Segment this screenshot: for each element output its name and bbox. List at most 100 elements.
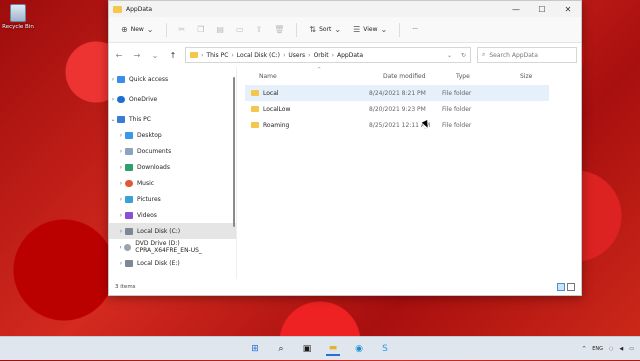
file-name: Roaming xyxy=(263,121,290,129)
more-options-button[interactable]: ··· xyxy=(408,22,422,38)
recent-locations-button[interactable]: ⌄ xyxy=(149,51,161,60)
share-icon: ⇪ xyxy=(255,25,263,34)
chevron-down-icon[interactable]: ⌄ xyxy=(447,52,452,59)
minimize-button[interactable]: — xyxy=(503,1,529,17)
delete-button[interactable]: 🗑 xyxy=(270,22,288,38)
sidebar-item-quick-access[interactable]: › Quick access xyxy=(109,71,236,87)
table-row[interactable]: LocalLow 8/20/2021 9:23 PM File folder xyxy=(245,101,549,117)
sidebar-item-downloads[interactable]: › Downloads xyxy=(109,159,236,175)
share-button[interactable]: ⇪ xyxy=(252,22,267,38)
sidebar-item-label: Downloads xyxy=(137,163,170,171)
collapse-icon[interactable]: ⌄ xyxy=(109,116,117,123)
back-button[interactable]: ← xyxy=(113,51,125,60)
file-name: Local xyxy=(263,89,279,97)
search-box[interactable]: ⌕ Search AppData xyxy=(477,47,577,63)
breadcrumb-this-pc[interactable]: This PC xyxy=(206,52,228,59)
close-button[interactable]: ✕ xyxy=(555,1,581,17)
breadcrumb-local-disk[interactable]: Local Disk (C:) xyxy=(237,52,280,59)
expand-icon[interactable]: › xyxy=(117,244,124,251)
cloud-icon xyxy=(117,95,125,103)
search-icon[interactable]: ⌕ xyxy=(274,342,288,356)
cut-button[interactable]: ✂ xyxy=(175,22,190,38)
chevron-right-icon: › xyxy=(308,51,311,59)
recycle-bin-label: Recycle Bin xyxy=(2,24,34,30)
taskbar: ⊞ ⌕ ▣ ▬ ◉ S ^ ENG ◌ ◀ ▭ xyxy=(0,336,640,360)
address-row: ← → ⌄ ↑ › This PC › Local Disk (C:) › Us… xyxy=(109,43,581,67)
language-indicator[interactable]: ENG xyxy=(592,346,603,352)
sidebar-item-local-disk-c[interactable]: › Local Disk (C:) xyxy=(109,223,236,239)
view-button[interactable]: ☰ View ⌄ xyxy=(349,22,391,38)
edge-icon[interactable]: ◉ xyxy=(352,342,366,356)
file-explorer-icon[interactable]: ▬ xyxy=(326,342,340,356)
sidebar-item-documents[interactable]: › Documents xyxy=(109,143,236,159)
breadcrumb-users[interactable]: Users xyxy=(288,52,305,59)
search-placeholder: Search AppData xyxy=(489,51,538,59)
expand-icon[interactable]: › xyxy=(109,96,117,103)
expand-icon[interactable]: › xyxy=(117,180,125,187)
sidebar-item-videos[interactable]: › Videos xyxy=(109,207,236,223)
network-icon[interactable]: ◌ xyxy=(609,346,613,352)
scrollbar[interactable] xyxy=(233,77,235,227)
up-button[interactable]: ↑ xyxy=(167,51,179,60)
paste-button[interactable]: ▤ xyxy=(212,22,228,38)
refresh-icon[interactable]: ↻ xyxy=(461,52,466,59)
navigation-pane: › Quick access › OneDrive ⌄ This PC › De… xyxy=(109,67,237,279)
expand-icon[interactable]: › xyxy=(117,132,125,139)
details-view-button[interactable] xyxy=(557,283,565,291)
address-bar[interactable]: › This PC › Local Disk (C:) › Users › Or… xyxy=(185,47,471,63)
command-bar: ⊕ New ⌄ ✂ ❐ ▤ ▭ ⇪ 🗑 ⇅ Sort ⌄ ☰ View ⌄ ··… xyxy=(109,17,581,43)
expand-icon[interactable]: › xyxy=(117,212,125,219)
sidebar-item-music[interactable]: › Music xyxy=(109,175,236,191)
desktop-icon xyxy=(125,131,133,139)
table-row[interactable]: Local 8/24/2021 8:21 PM File folder xyxy=(245,85,549,101)
file-date: 8/20/2021 9:23 PM xyxy=(369,105,426,113)
expand-icon[interactable]: › xyxy=(117,196,125,203)
expand-icon[interactable]: › xyxy=(117,148,125,155)
item-count: 3 items xyxy=(115,284,136,290)
column-size[interactable]: Size xyxy=(520,73,560,80)
sidebar-item-local-disk-e[interactable]: › Local Disk (E:) xyxy=(109,255,236,271)
sort-indicator-icon: ^ xyxy=(317,67,322,73)
expand-icon[interactable]: › xyxy=(117,164,125,171)
folder-icon xyxy=(113,5,122,13)
sidebar-item-dvd-drive[interactable]: › DVD Drive (D:) CPRA_X64FRE_EN-US_ xyxy=(109,239,236,255)
column-name[interactable]: Name xyxy=(259,73,383,80)
sidebar-item-desktop[interactable]: › Desktop xyxy=(109,127,236,143)
view-icon: ☰ xyxy=(353,25,361,34)
computer-icon xyxy=(117,115,125,123)
sidebar-item-pictures[interactable]: › Pictures xyxy=(109,191,236,207)
task-view-icon[interactable]: ▣ xyxy=(300,342,314,356)
recycle-bin[interactable]: Recycle Bin xyxy=(2,4,34,30)
chevron-up-icon[interactable]: ^ xyxy=(582,346,586,352)
window-title: AppData xyxy=(126,5,153,13)
chevron-right-icon: › xyxy=(282,51,286,59)
sidebar-item-this-pc[interactable]: ⌄ This PC xyxy=(109,111,236,127)
breadcrumb-appdata[interactable]: AppData xyxy=(337,52,363,59)
battery-icon[interactable]: ▭ xyxy=(629,346,634,352)
column-date-modified[interactable]: Date modified xyxy=(383,73,456,80)
file-type: File folder xyxy=(442,89,472,97)
tiles-view-button[interactable] xyxy=(567,283,575,291)
chevron-down-icon: ⌄ xyxy=(334,25,342,34)
table-row[interactable]: Roaming 8/25/2021 12:11 AM File folder xyxy=(245,117,549,133)
expand-icon[interactable]: › xyxy=(117,228,125,235)
rename-button[interactable]: ▭ xyxy=(232,22,248,38)
sidebar-item-label: Pictures xyxy=(137,195,161,203)
trash-icon: 🗑 xyxy=(274,25,285,34)
sidebar-item-onedrive[interactable]: › OneDrive xyxy=(109,91,236,107)
start-icon[interactable]: ⊞ xyxy=(248,342,262,356)
skype-icon[interactable]: S xyxy=(378,342,392,356)
breadcrumb-orbit[interactable]: Orbit xyxy=(314,52,329,59)
column-type[interactable]: Type xyxy=(456,73,520,80)
expand-icon[interactable]: › xyxy=(109,76,117,83)
copy-button[interactable]: ❐ xyxy=(193,22,208,38)
forward-button[interactable]: → xyxy=(131,51,143,60)
sort-button[interactable]: ⇅ Sort ⌄ xyxy=(305,22,345,38)
maximize-button[interactable]: ☐ xyxy=(529,1,555,17)
volume-icon[interactable]: ◀ xyxy=(619,346,623,352)
drive-icon xyxy=(125,259,133,267)
new-button[interactable]: ⊕ New ⌄ xyxy=(117,22,158,38)
expand-icon[interactable]: › xyxy=(117,260,125,267)
file-date: 8/25/2021 12:11 AM xyxy=(369,121,431,129)
sidebar-item-label: Local Disk (E:) xyxy=(137,259,180,267)
